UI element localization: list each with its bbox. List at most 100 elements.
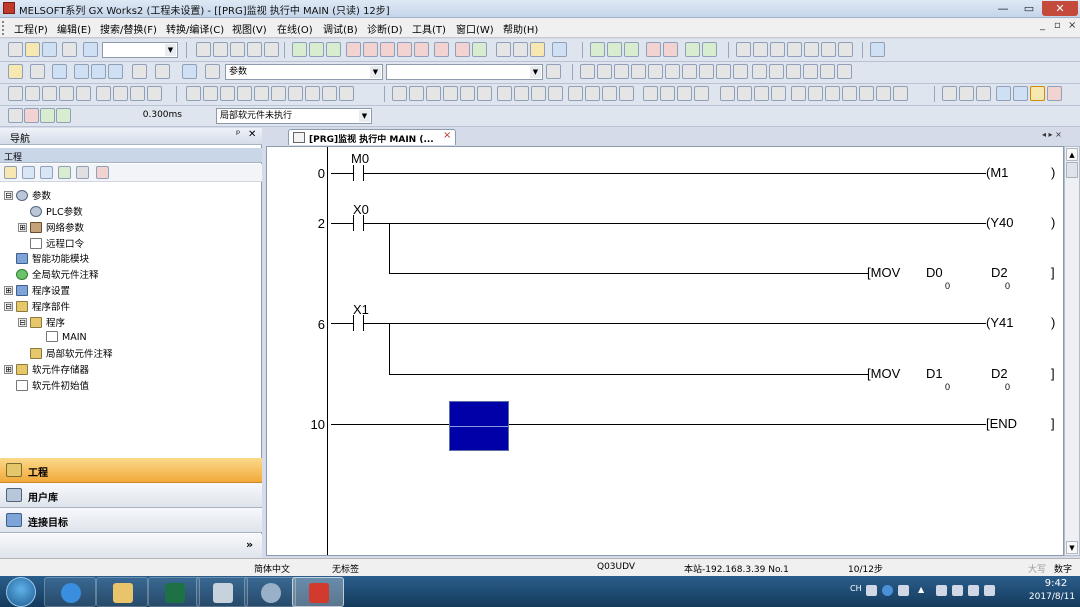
pulse-icon[interactable] — [677, 86, 692, 101]
tool-icon[interactable] — [736, 42, 751, 57]
settings-icon[interactable] — [898, 585, 909, 596]
vertical-line-icon[interactable] — [514, 86, 529, 101]
status-ok-icon[interactable] — [56, 108, 71, 123]
ladder-symbol-icon[interactable] — [59, 86, 74, 101]
menu-debug[interactable]: 调试(B) — [323, 21, 358, 36]
diagnostic-icon[interactable] — [552, 42, 567, 57]
comment-icon[interactable] — [976, 86, 991, 101]
format-icon[interactable] — [786, 64, 801, 79]
read-from-plc-icon[interactable] — [309, 42, 324, 57]
ladder-symbol-icon[interactable] — [339, 86, 354, 101]
menu-compile[interactable]: 转换/编译(C) — [166, 21, 224, 36]
debug-icon[interactable] — [455, 42, 470, 57]
help-icon[interactable] — [83, 42, 98, 57]
ladder-canvas[interactable]: 0 M0 (M1 ) 2 X0 (Y40 ) [MOV D0 0 D2 0 ] … — [266, 146, 1064, 556]
monitor-stop-icon[interactable] — [363, 42, 378, 57]
taskbar-calculator[interactable] — [196, 577, 248, 607]
nav-section-user-library[interactable]: 用户库 — [0, 483, 262, 508]
ime-indicator[interactable]: CH — [850, 584, 862, 593]
taskbar-tool[interactable] — [244, 577, 296, 607]
test-icon[interactable] — [702, 42, 717, 57]
copy-icon[interactable] — [213, 42, 228, 57]
volume-icon[interactable] — [968, 585, 979, 596]
operation-icon[interactable] — [771, 86, 786, 101]
ladder-symbol-icon[interactable] — [288, 86, 303, 101]
warning-icon[interactable] — [40, 108, 55, 123]
comment-icon[interactable] — [942, 86, 957, 101]
new-data-icon[interactable] — [4, 166, 17, 179]
connect-icon[interactable] — [132, 64, 147, 79]
ladder-cursor[interactable] — [449, 401, 509, 451]
pulse-icon[interactable] — [660, 86, 675, 101]
cut-icon[interactable] — [196, 42, 211, 57]
operation-icon[interactable] — [791, 86, 806, 101]
delete-vertical-icon[interactable] — [548, 86, 563, 101]
tree-node-main[interactable]: MAIN — [46, 331, 87, 345]
parallel-closed-icon[interactable] — [443, 86, 458, 101]
tool-icon[interactable] — [770, 42, 785, 57]
program-icon[interactable] — [91, 64, 106, 79]
collapse-icon[interactable]: ⊟ — [4, 191, 13, 200]
menu-help[interactable]: 帮助(H) — [503, 21, 538, 36]
clock-date[interactable]: 2017/8/11 — [1024, 592, 1080, 602]
zoom-icon[interactable] — [182, 64, 197, 79]
tree-node-parameters[interactable]: ⊟ 参数 — [4, 188, 51, 202]
ladder-symbol-icon[interactable] — [96, 86, 111, 101]
keyboard-icon[interactable] — [866, 585, 877, 596]
local-device-combo[interactable]: 局部软元件未执行 ▼ — [216, 108, 372, 124]
pulse-icon[interactable] — [643, 86, 658, 101]
ladder-view-icon[interactable] — [30, 64, 45, 79]
expand-icon[interactable]: ⊞ — [18, 223, 27, 232]
menu-window[interactable]: 窗口(W) — [456, 21, 494, 36]
tree-node-plc-parameters[interactable]: PLC参数 — [30, 204, 83, 218]
help-icon[interactable] — [882, 585, 893, 596]
ladder-symbol-icon[interactable] — [220, 86, 235, 101]
filter-icon[interactable] — [76, 166, 89, 179]
undo-icon[interactable] — [247, 42, 262, 57]
menu-diagnostics[interactable]: 诊断(D) — [367, 21, 403, 36]
tool-icon[interactable] — [804, 42, 819, 57]
tree-node-program[interactable]: ⊟ 程序 — [18, 315, 65, 329]
taskbar-excel[interactable] — [148, 577, 200, 607]
ladder-symbol-icon[interactable] — [186, 86, 201, 101]
step-run-icon[interactable] — [496, 42, 511, 57]
collapse-icon[interactable]: ⊟ — [4, 302, 13, 311]
statement-icon[interactable] — [996, 86, 1011, 101]
vertical-scrollbar[interactable]: ▲ ▼ — [1064, 146, 1080, 556]
pin-icon[interactable]: ᵖ — [236, 129, 240, 140]
ladder-symbol-icon[interactable] — [305, 86, 320, 101]
format-icon[interactable] — [752, 64, 767, 79]
child-restore-button[interactable]: ▫ — [1054, 20, 1061, 31]
ladder-symbol-icon[interactable] — [8, 86, 23, 101]
tree-node-pou[interactable]: ⊟ 程序部件 — [4, 299, 70, 313]
bit-16-icon[interactable] — [699, 64, 714, 79]
ladder-symbol-icon[interactable] — [322, 86, 337, 101]
horizontal-line-icon[interactable] — [497, 86, 512, 101]
cross-ref-icon[interactable] — [590, 42, 605, 57]
simulation-icon[interactable] — [434, 42, 449, 57]
refresh-icon[interactable] — [58, 166, 71, 179]
redo-icon[interactable] — [264, 42, 279, 57]
taskbar-ie[interactable] — [44, 577, 96, 607]
print-icon[interactable] — [62, 42, 77, 57]
paste-icon[interactable] — [230, 42, 245, 57]
tab-scroll-arrows[interactable]: ◂ ▸ × — [1042, 130, 1062, 139]
collapse-icon[interactable]: ⊟ — [18, 318, 27, 327]
operation-icon[interactable] — [737, 86, 752, 101]
format-icon[interactable] — [803, 64, 818, 79]
scroll-up-icon[interactable]: ▲ — [1066, 148, 1078, 161]
ladder-symbol-icon[interactable] — [113, 86, 128, 101]
tree-node-intelligent-module[interactable]: 智能功能模块 — [16, 251, 89, 265]
nav-section-project[interactable]: 工程 — [0, 458, 262, 483]
menu-edit[interactable]: 编辑(E) — [57, 21, 91, 36]
ladder-symbol-icon[interactable] — [203, 86, 218, 101]
monitor-all-icon[interactable] — [380, 42, 395, 57]
ladder-symbol-icon[interactable] — [130, 86, 145, 101]
menu-grip[interactable] — [2, 21, 6, 35]
format-icon[interactable] — [769, 64, 784, 79]
ladder-symbol-icon[interactable] — [254, 86, 269, 101]
chevron-down-icon[interactable]: ▼ — [370, 66, 381, 78]
operation-icon[interactable] — [842, 86, 857, 101]
page-icon[interactable] — [546, 64, 561, 79]
skip-icon[interactable] — [513, 42, 528, 57]
